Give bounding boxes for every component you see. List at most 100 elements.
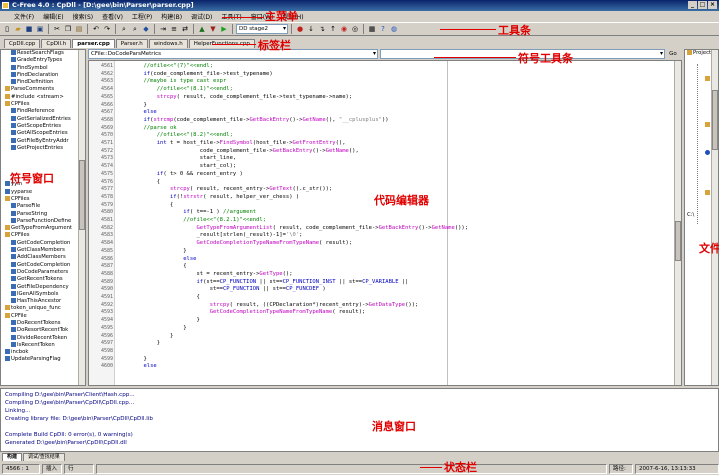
- code-line[interactable]: else: [117, 109, 156, 117]
- tree-item[interactable]: GetTypeFromArgument: [1, 225, 78, 232]
- debug-icon[interactable]: ●: [295, 24, 305, 34]
- close-button[interactable]: ×: [708, 1, 717, 9]
- tree-item[interactable]: HasThisAncestor: [1, 298, 78, 305]
- comment-icon[interactable]: ≡: [169, 24, 179, 34]
- code-line[interactable]: strcpy( result, code_complement_file->te…: [117, 94, 352, 102]
- code-editor[interactable]: 4561 4562 4563 4564 4565 4566 4567 4568 4569 4570…: [88, 60, 682, 386]
- code-line[interactable]: //maybe is type cast expr: [117, 78, 226, 86]
- tree-item[interactable]: IGenAllSymbols: [1, 290, 78, 298]
- code-line[interactable]: GetCodeCompletionTypeNameFromTypeName( r…: [117, 309, 366, 317]
- redo-icon[interactable]: ↷: [102, 24, 112, 34]
- code-line[interactable]: //ofile<<"(8.2.1)"<<endl;: [117, 217, 266, 225]
- code-line[interactable]: if(code_complement_file->test_typename): [117, 71, 272, 79]
- code-line[interactable]: code_complement_file->GetBackEntry()->Ge…: [117, 148, 359, 156]
- menu-item[interactable]: 编辑(E): [43, 12, 63, 21]
- code-line[interactable]: if(st==CP_FUNCTION || st==CP_FUNCTION_IN…: [117, 279, 408, 287]
- file-tab[interactable]: CpDll.cpp: [4, 39, 41, 48]
- tree-item[interactable]: GetFileByEntryAddr: [1, 137, 78, 145]
- tree-item[interactable]: token_unique_func: [1, 305, 78, 312]
- code-line[interactable]: if( t==-1 ) //argument: [117, 209, 256, 217]
- maximize-button[interactable]: □: [698, 1, 707, 9]
- compiler-profile-select[interactable]: DD stage2: [236, 24, 288, 34]
- code-line[interactable]: }: [117, 325, 186, 333]
- tree-item[interactable]: DoCodeParameters: [1, 268, 78, 276]
- message-tab[interactable]: 构建: [2, 453, 23, 461]
- code-line[interactable]: {: [117, 202, 173, 210]
- code-line[interactable]: if(!strstr( result, helper_ver_chess) ): [117, 194, 299, 202]
- tree-item[interactable]: yyparse: [1, 188, 78, 196]
- paste-icon[interactable]: ▤: [74, 24, 84, 34]
- tree-item[interactable]: incbok: [1, 349, 78, 356]
- code-line[interactable]: //parse ok: [117, 125, 176, 133]
- tree-item[interactable]: CPFiles: [1, 195, 78, 203]
- save-icon[interactable]: ■: [24, 24, 34, 34]
- code-line[interactable]: if(strcmp(code_complement_file->GetBackE…: [117, 117, 388, 125]
- menu-item[interactable]: 搜索(S): [73, 12, 94, 21]
- run-icon[interactable]: ▶: [219, 24, 229, 34]
- tree-item[interactable]: GradeEntryTypes: [1, 57, 78, 64]
- code-line[interactable]: else: [117, 256, 196, 264]
- tree-item[interactable]: DoRecentTokens: [1, 319, 78, 327]
- tree-item[interactable]: DoResortRecentTok: [1, 327, 78, 334]
- tree-item[interactable]: GetRecentTokens: [1, 276, 78, 283]
- globe-icon[interactable]: ◍: [389, 24, 399, 34]
- code-line[interactable]: strcpy( result, recent_entry->GetText().…: [117, 186, 332, 194]
- menu-item[interactable]: 调试(D): [191, 12, 212, 21]
- tree-item[interactable]: IsRecentToken: [1, 341, 78, 349]
- find-icon[interactable]: ⌕: [119, 24, 129, 34]
- undo-icon[interactable]: ↶: [91, 24, 101, 34]
- code-line[interactable]: st==CP_FUNCTION || st==CP_FUNCDEF ): [117, 286, 326, 294]
- new-file-icon[interactable]: ▯: [2, 24, 12, 34]
- tree-item[interactable]: GetAllScopeEntries: [1, 130, 78, 137]
- code-line[interactable]: //ofile<<"(8.1)"<<endl;: [117, 86, 233, 94]
- code-line[interactable]: }: [117, 356, 146, 364]
- tree-item[interactable]: UpdateParsingFlag: [1, 356, 78, 363]
- tree-item[interactable]: AddClassMembers: [1, 254, 78, 261]
- tree-item[interactable]: DivideRecentToken: [1, 334, 78, 342]
- tree-item[interactable]: GetScopeEntries: [1, 122, 78, 130]
- tree-item[interactable]: [1, 159, 78, 166]
- tree-item[interactable]: ParseFile: [1, 203, 78, 210]
- indent-icon[interactable]: ⇥: [158, 24, 168, 34]
- file-tab[interactable]: CpDll.h: [41, 39, 72, 48]
- tree-item[interactable]: CPFiles: [1, 101, 78, 108]
- tree-item[interactable]: ParseString: [1, 210, 78, 218]
- code-line[interactable]: GetTypeFromArgumentList( result, code_co…: [117, 225, 468, 233]
- tree-item[interactable]: FindDefinition: [1, 79, 78, 86]
- tree-item[interactable]: GetCodeCompletion: [1, 261, 78, 269]
- bookmark-icon[interactable]: ◆: [141, 24, 151, 34]
- code-line[interactable]: else: [117, 363, 156, 371]
- watch-icon[interactable]: ◎: [350, 24, 360, 34]
- code-line[interactable]: }: [117, 248, 186, 256]
- tree-item[interactable]: CPFile: [1, 312, 78, 320]
- code-line[interactable]: //ofile<<"(8.2)"<<endl;: [117, 132, 233, 140]
- tree-item[interactable]: GetProjectEntries: [1, 144, 78, 152]
- code-line[interactable]: GetCodeCompletionTypeNameFromTypeName( r…: [117, 240, 352, 248]
- tree-item[interactable]: GetFileDependency: [1, 283, 78, 291]
- tree-item[interactable]: #include <stream>: [1, 93, 78, 101]
- compile-icon[interactable]: ▲: [197, 24, 207, 34]
- file-scrollbar[interactable]: [711, 50, 718, 385]
- code-line[interactable]: }: [117, 317, 199, 325]
- code-line[interactable]: {: [117, 179, 160, 187]
- code-line[interactable]: start_col);: [117, 163, 236, 171]
- breakpoint-icon[interactable]: ◉: [339, 24, 349, 34]
- code-line[interactable]: //ofile<<"(7)"<<endl;: [117, 63, 213, 71]
- tree-item[interactable]: FindSymbol: [1, 64, 78, 72]
- file-tab[interactable]: Parser.h: [115, 39, 148, 48]
- go-button[interactable]: Go: [667, 49, 679, 59]
- build-icon[interactable]: ▼: [208, 24, 218, 34]
- step-out-icon[interactable]: ↑: [328, 24, 338, 34]
- options-icon[interactable]: ▦: [367, 24, 377, 34]
- symbol-scrollbar[interactable]: [78, 50, 85, 385]
- code-line[interactable]: start_line,: [117, 155, 236, 163]
- code-line[interactable]: int t = host_file->FindSymbol(host_file-…: [117, 140, 346, 148]
- code-line[interactable]: strcpy( result, ((CPDeclaration*)recent_…: [117, 302, 419, 310]
- open-file-icon[interactable]: ▰: [13, 24, 23, 34]
- code-line[interactable]: if( t> 0 && recent_entry ): [117, 171, 243, 179]
- tree-item[interactable]: FindReference: [1, 108, 78, 115]
- step-over-icon[interactable]: ↴: [317, 24, 327, 34]
- file-tab[interactable]: parser.cpp: [72, 39, 115, 48]
- code-line[interactable]: }: [117, 333, 173, 341]
- copy-icon[interactable]: ❐: [63, 24, 73, 34]
